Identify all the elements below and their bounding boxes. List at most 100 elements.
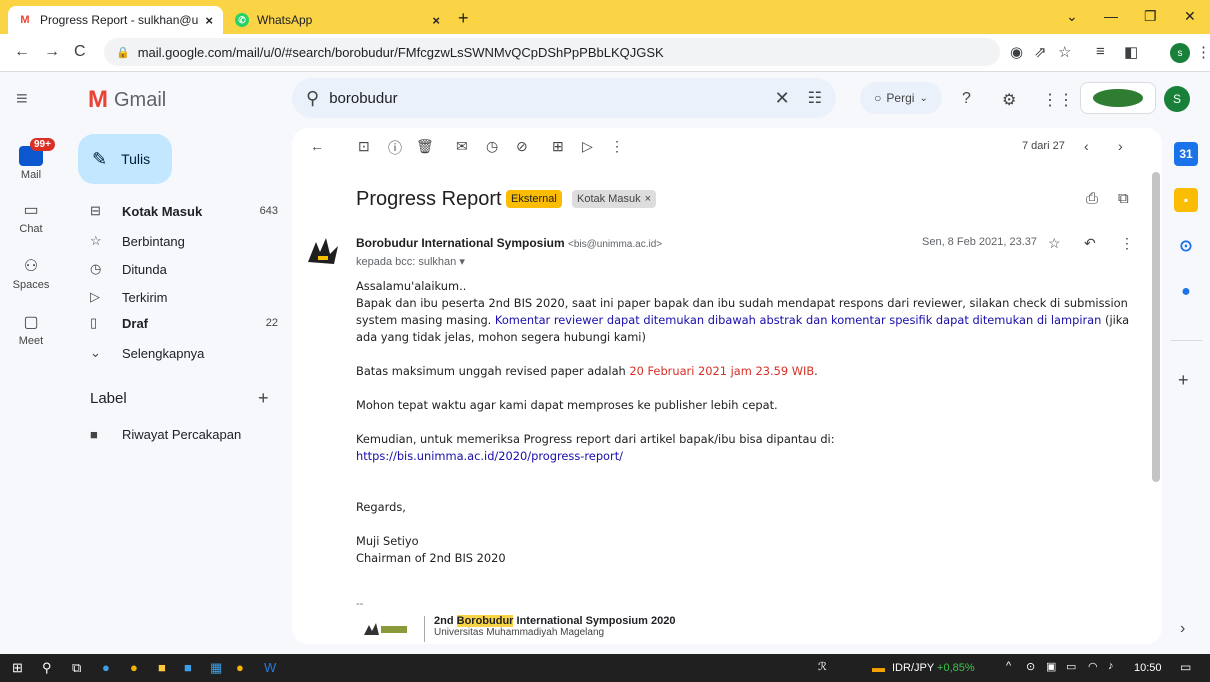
notification-icon[interactable]: ▭ xyxy=(1180,660,1191,674)
reading-list-icon[interactable]: ≡ xyxy=(1096,43,1105,60)
people-icon[interactable]: ℛ xyxy=(818,660,827,673)
search-input[interactable] xyxy=(329,89,767,107)
tab-progress-report[interactable]: M Progress Report - sulkhan@uinsa × xyxy=(8,6,223,34)
close-tab-icon[interactable]: × xyxy=(205,13,213,28)
browser-profile-avatar[interactable]: s xyxy=(1170,43,1190,63)
search-icon[interactable]: ⚲ xyxy=(42,660,52,676)
compose-button[interactable]: ✎ Tulis xyxy=(78,134,172,184)
organization-logo[interactable] xyxy=(1080,82,1156,114)
message-more-icon[interactable]: ⋮ xyxy=(1120,235,1134,252)
back-button[interactable]: ← xyxy=(14,43,30,61)
sender-name[interactable]: Borobudur International Symposium xyxy=(356,236,565,250)
nav-item-snoozed[interactable]: ◷ Ditunda xyxy=(78,256,278,282)
message-scrollbar[interactable] xyxy=(1152,172,1160,482)
move-to-icon[interactable]: ⊞ xyxy=(552,138,564,155)
settings-gear-icon[interactable]: ⚙ xyxy=(1002,90,1016,110)
report-spam-icon[interactable]: ⓘ xyxy=(388,138,402,158)
expand-side-panel-icon[interactable]: › xyxy=(1180,620,1185,638)
inbox-label-chip[interactable]: Kotak Masuk × xyxy=(572,190,657,208)
nav-item-more[interactable]: ⌄ Selengkapnya xyxy=(78,340,278,366)
keep-icon[interactable]: ▪ xyxy=(1174,188,1198,212)
battery-icon[interactable]: ▭ xyxy=(1066,660,1076,673)
tab-whatsapp[interactable]: ✆ WhatsApp × xyxy=(225,6,450,34)
browser-menu-icon[interactable]: ⋮ xyxy=(1196,43,1210,61)
location-icon[interactable]: ◉ xyxy=(1010,43,1023,61)
nav-item-drafts[interactable]: ▯ Draf 22 xyxy=(78,310,278,336)
volume-icon[interactable]: ♪ xyxy=(1108,660,1114,672)
currency-ticker[interactable]: IDR/JPY +0,85% xyxy=(892,662,975,674)
ticker-change: +0,85% xyxy=(937,662,975,674)
label-item[interactable]: ■ Riwayat Percakapan xyxy=(78,421,278,447)
store-icon[interactable]: ■ xyxy=(184,660,192,675)
add-label-button[interactable]: + xyxy=(258,388,269,409)
contacts-icon[interactable]: ● xyxy=(1174,280,1198,304)
reply-icon[interactable]: ↶ xyxy=(1084,235,1096,252)
word-icon[interactable]: W xyxy=(264,660,276,675)
snooze-icon[interactable]: ◷ xyxy=(486,138,498,155)
forward-button[interactable]: → xyxy=(44,43,60,61)
chrome-active-icon[interactable]: ● xyxy=(236,660,244,675)
help-icon[interactable]: ? xyxy=(962,90,971,108)
windows-start-icon[interactable]: ⊞ xyxy=(12,660,23,676)
rail-spaces[interactable]: ⚇ Spaces xyxy=(0,256,62,291)
tray-app-icon[interactable]: ⊙ xyxy=(1026,660,1035,673)
calendar-icon[interactable]: 31 xyxy=(1174,142,1198,166)
delete-icon[interactable]: 🗑 xyxy=(416,138,434,155)
label-as-icon[interactable]: ▷ xyxy=(582,138,593,155)
print-icon[interactable]: ⎙ xyxy=(1086,190,1098,207)
add-task-icon[interactable]: ⊘ xyxy=(516,138,528,155)
side-panel-icon[interactable]: ◧ xyxy=(1124,43,1138,61)
back-to-list-icon[interactable]: ← xyxy=(310,138,324,154)
nav-item-sent[interactable]: ▷ Terkirim xyxy=(78,284,278,310)
minimize-button[interactable]: — xyxy=(1104,8,1118,24)
signature-separator: -- xyxy=(356,598,364,610)
clear-search-icon[interactable]: ✕ xyxy=(775,88,790,109)
older-icon[interactable]: › xyxy=(1118,138,1123,154)
account-avatar[interactable]: S xyxy=(1164,86,1190,112)
star-message-icon[interactable]: ☆ xyxy=(1048,235,1061,252)
rail-chat[interactable]: ▭ Chat xyxy=(0,200,62,235)
rail-meet[interactable]: ▢ Meet xyxy=(0,312,62,347)
search-options-icon[interactable]: ☷ xyxy=(808,88,822,108)
file-explorer-icon[interactable]: ■ xyxy=(158,660,166,675)
more-options-icon[interactable]: ⋮ xyxy=(610,138,624,155)
rail-mail[interactable]: Mail xyxy=(0,146,62,181)
task-view-icon[interactable]: ⧉ xyxy=(72,660,81,676)
tasks-icon[interactable]: ⊙ xyxy=(1174,234,1198,258)
close-tab-icon[interactable]: × xyxy=(432,13,440,28)
nav-item-starred[interactable]: ☆ Berbintang xyxy=(78,228,278,254)
reload-button[interactable]: C xyxy=(74,43,86,61)
calendar-app-icon[interactable]: ▦ xyxy=(210,660,222,676)
bookmark-star-icon[interactable]: ☆ xyxy=(1058,43,1071,61)
nav-item-inbox[interactable]: ⊟ Kotak Masuk 643 xyxy=(78,198,278,224)
share-icon[interactable]: ⇗ xyxy=(1034,43,1047,61)
main-menu-icon[interactable]: ≡ xyxy=(16,88,28,111)
meet-icon: ▢ xyxy=(23,314,39,331)
maximize-button[interactable]: ❐ xyxy=(1144,8,1157,25)
status-selector[interactable]: ○ Pergi ⌄ xyxy=(860,82,942,114)
search-icon[interactable]: ⚲ xyxy=(306,88,319,109)
labels-heading: Label xyxy=(90,390,127,407)
apps-grid-icon[interactable]: ⋮⋮ xyxy=(1042,90,1074,110)
mark-unread-icon[interactable]: ✉ xyxy=(456,138,468,155)
windows-taskbar: ⊞ ⚲ ⧉ ● ● ■ ■ ▦ ● W ℛ ▬ IDR/JPY +0,85% ^… xyxy=(0,654,1210,682)
show-hidden-icons[interactable]: ^ xyxy=(1006,660,1011,672)
close-window-button[interactable]: ✕ xyxy=(1184,8,1196,25)
get-addons-button[interactable]: + xyxy=(1178,370,1189,391)
clock-text[interactable]: 10:50 xyxy=(1134,662,1162,674)
address-bar[interactable]: 🔒 mail.google.com/mail/u/0/#search/borob… xyxy=(104,38,1000,66)
edge-icon[interactable]: ● xyxy=(102,660,110,675)
progress-report-link[interactable]: https://bis.unimma.ac.id/2020/progress-r… xyxy=(356,449,623,463)
chrome-icon[interactable]: ● xyxy=(130,660,138,675)
new-tab-button[interactable]: + xyxy=(458,8,469,29)
recipient-line[interactable]: kepada bcc: sulkhan ▾ xyxy=(356,255,465,268)
remove-label-icon[interactable]: × xyxy=(645,193,651,205)
archive-icon[interactable]: ⊡ xyxy=(358,138,370,155)
tray-app-icon-2[interactable]: ▣ xyxy=(1046,660,1056,673)
open-in-new-window-icon[interactable]: ⧉ xyxy=(1118,190,1129,207)
newer-icon[interactable]: ‹ xyxy=(1084,138,1089,154)
tab-search-icon[interactable]: ⌄ xyxy=(1066,8,1078,25)
sig-event-prefix: 2nd xyxy=(434,615,457,627)
wifi-icon[interactable]: ◠ xyxy=(1088,660,1098,673)
gmail-logo[interactable]: M Gmail xyxy=(88,86,166,114)
